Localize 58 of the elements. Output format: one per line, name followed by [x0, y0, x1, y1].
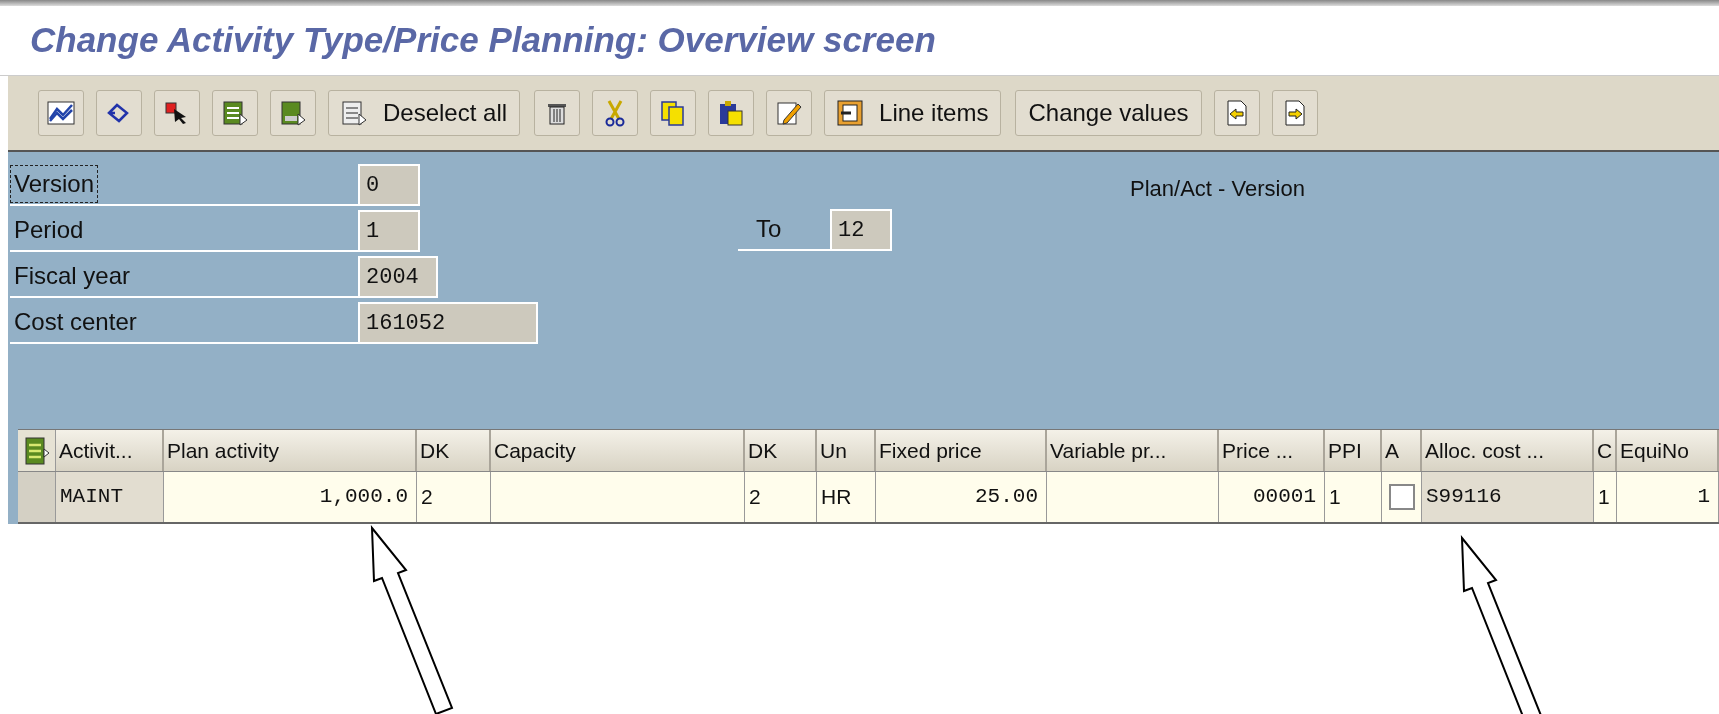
- select-all-icon: [280, 100, 306, 126]
- toolbar-button[interactable]: [154, 90, 200, 136]
- field-label: Period: [13, 215, 85, 245]
- next-page-icon: [1282, 99, 1307, 127]
- column-header[interactable]: Capacity: [491, 430, 745, 471]
- version-description: Plan/Act - Version: [1130, 176, 1305, 201]
- toolbar-button[interactable]: [592, 90, 639, 136]
- select-all-icon[interactable]: [23, 435, 50, 466]
- previous-page-icon: [1224, 99, 1249, 127]
- input-field[interactable]: 161052: [358, 302, 538, 344]
- table-cell: 25.00: [876, 472, 1047, 522]
- checkbox[interactable]: [1388, 484, 1415, 510]
- input-field[interactable]: 1: [358, 210, 420, 252]
- column-header[interactable]: Un: [817, 430, 876, 471]
- table-cell: HR: [817, 472, 876, 522]
- table-cell: S99116: [1422, 472, 1594, 522]
- column-header[interactable]: Fixed price: [876, 430, 1047, 471]
- table-cell: 2: [745, 472, 817, 522]
- input-field[interactable]: 2004: [358, 256, 438, 298]
- table-cell: 1: [1617, 472, 1719, 522]
- input-field[interactable]: 12: [830, 209, 892, 251]
- copy-icon: [660, 100, 687, 126]
- pencil-icon: [776, 100, 803, 126]
- column-header[interactable]: DK: [417, 430, 491, 471]
- field-label: To: [755, 214, 782, 244]
- toolbar-button[interactable]: Line items: [824, 90, 1002, 136]
- chart-icon: [47, 101, 75, 125]
- column-header[interactable]: C: [1594, 430, 1617, 471]
- toolbar-button[interactable]: Change values: [1015, 90, 1202, 136]
- toolbar-button[interactable]: [38, 90, 84, 136]
- field-label: Fiscal year: [13, 261, 132, 291]
- paste-icon: [718, 100, 745, 126]
- deselect-icon: [341, 100, 367, 126]
- column-header[interactable]: PPI: [1325, 430, 1382, 471]
- column-header[interactable]: A: [1382, 430, 1422, 471]
- column-header[interactable]: Activit...: [56, 430, 164, 471]
- toolbar-button[interactable]: [96, 90, 142, 136]
- column-header[interactable]: Variable pr...: [1047, 430, 1219, 471]
- table-cell: 00001: [1219, 472, 1325, 522]
- toolbar-button[interactable]: [212, 90, 258, 136]
- window-title: Change Activity Type/Price Planning: Overview screen: [30, 19, 936, 62]
- column-header[interactable]: EquiNo: [1617, 430, 1719, 471]
- column-header[interactable]: DK: [745, 430, 817, 471]
- table-cell: 1: [1325, 472, 1382, 522]
- toolbar-button[interactable]: Deselect all: [328, 90, 521, 136]
- select-block-icon: [222, 100, 248, 126]
- input-field[interactable]: 0: [358, 164, 420, 206]
- column-header[interactable]: Alloc. cost ...: [1422, 430, 1594, 471]
- toolbar-button[interactable]: [708, 90, 755, 136]
- line-items-icon: [837, 100, 864, 126]
- field-label: Version: [10, 165, 99, 203]
- column-header[interactable]: Plan activity: [164, 430, 417, 471]
- table-cell: MAINT: [56, 472, 164, 522]
- table-cell: 1: [1594, 472, 1617, 522]
- column-header[interactable]: Price ...: [1219, 430, 1325, 471]
- table-cell: 2: [417, 472, 491, 522]
- field-label: Cost center: [13, 307, 138, 337]
- table-cell: 1,000.0: [164, 472, 417, 522]
